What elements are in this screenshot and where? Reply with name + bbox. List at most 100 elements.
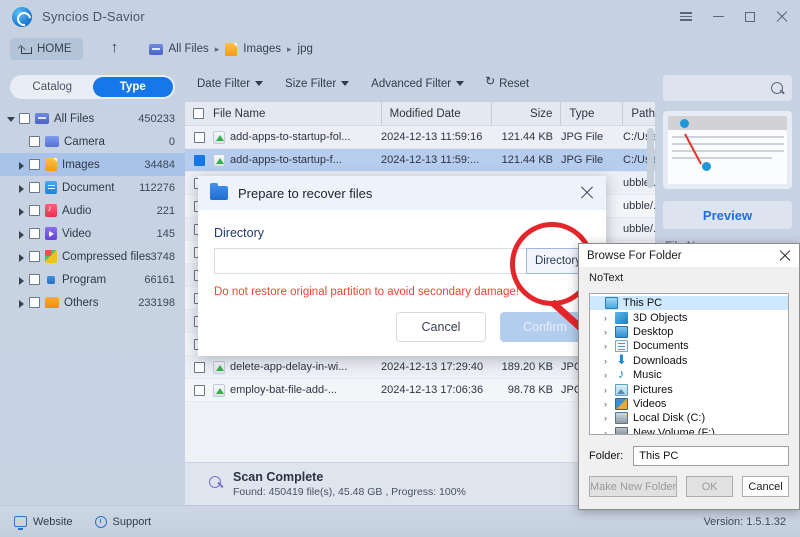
chevron-right-icon[interactable] <box>16 274 27 285</box>
browse-tree-item-videos[interactable]: ›Videos <box>590 397 788 411</box>
sidebar-item-compressed-files[interactable]: Compressed files3748 <box>0 245 185 268</box>
checkbox[interactable] <box>29 182 40 193</box>
chevron-right-icon[interactable]: › <box>604 313 615 323</box>
row-checkbox[interactable] <box>194 385 205 396</box>
search-input[interactable] <box>663 75 792 101</box>
preview-button[interactable]: Preview <box>663 201 792 229</box>
browse-tree-item-music[interactable]: ›Music <box>590 368 788 382</box>
desktop-icon <box>615 326 628 338</box>
sidebar-item-others[interactable]: Others233198 <box>0 291 185 314</box>
folder-field-input[interactable]: This PC <box>633 446 789 466</box>
browse-tree-item-label: 3D Objects <box>633 312 687 324</box>
chevron-right-icon[interactable] <box>16 159 27 170</box>
menu-icon[interactable] <box>678 9 694 25</box>
chevron-right-icon[interactable] <box>16 182 27 193</box>
row-checkbox[interactable] <box>194 155 205 166</box>
checkbox[interactable] <box>19 113 30 124</box>
sidebar-item-camera[interactable]: Camera0 <box>0 130 185 153</box>
checkbox[interactable] <box>29 274 40 285</box>
sidebar-item-audio[interactable]: Audio221 <box>0 199 185 222</box>
cancel-button[interactable]: Cancel <box>396 312 486 342</box>
column-header-size[interactable]: Size <box>491 102 561 125</box>
sidebar-item-video[interactable]: Video145 <box>0 222 185 245</box>
chevron-right-icon[interactable] <box>16 205 27 216</box>
sidebar-item-count: 233198 <box>138 297 175 309</box>
tab-catalog[interactable]: Catalog <box>12 77 93 97</box>
app-logo-icon <box>12 7 32 27</box>
sidebar-item-all-files[interactable]: All Files450233 <box>0 107 185 130</box>
sidebar-item-images[interactable]: Images34484 <box>0 153 185 176</box>
row-checkbox[interactable] <box>194 132 205 143</box>
breadcrumb-item-all-files[interactable]: All Files <box>169 43 209 55</box>
search-icon[interactable] <box>771 82 784 95</box>
browse-tree-item-new-volume-f[interactable]: ›New Volume (F:) <box>590 426 788 435</box>
app-title: Syncios D-Savior <box>42 9 145 24</box>
close-icon[interactable] <box>774 9 790 25</box>
browse-tree-item-3d-objects[interactable]: › 3D Objects <box>590 310 788 324</box>
maximize-icon[interactable] <box>742 9 758 25</box>
table-row[interactable]: add-apps-to-startup-f...2024-12-13 11:59… <box>185 149 655 172</box>
column-header-file-name[interactable]: File Name <box>213 102 381 125</box>
checkbox[interactable] <box>29 251 40 262</box>
chevron-right-icon[interactable]: › <box>604 428 615 435</box>
column-header-path[interactable]: Path <box>622 102 655 125</box>
chevron-right-icon[interactable]: › <box>604 370 615 380</box>
date-filter-dropdown[interactable]: Date Filter <box>197 78 263 90</box>
close-icon[interactable] <box>580 186 594 200</box>
breadcrumb-item-images[interactable]: Images <box>243 43 281 55</box>
table-row[interactable]: add-apps-to-startup-fol...2024-12-13 11:… <box>185 126 655 149</box>
advanced-filter-dropdown[interactable]: Advanced Filter <box>371 78 464 90</box>
breadcrumb-separator: ▸ <box>215 44 220 55</box>
chevron-right-icon[interactable] <box>16 228 27 239</box>
chevron-right-icon[interactable]: › <box>604 341 615 351</box>
sidebar-item-document[interactable]: Document112276 <box>0 176 185 199</box>
checkbox[interactable] <box>29 228 40 239</box>
column-header-modified-date[interactable]: Modified Date <box>381 102 491 125</box>
website-link[interactable]: Website <box>14 516 73 528</box>
ok-button: OK <box>686 476 733 497</box>
chevron-right-icon[interactable] <box>16 251 27 262</box>
chevron-right-icon[interactable]: › <box>604 356 615 366</box>
spacer <box>16 136 27 147</box>
checkbox[interactable] <box>29 159 40 170</box>
tab-type[interactable]: Type <box>93 77 174 97</box>
browse-tree-item-desktop[interactable]: ›Desktop <box>590 325 788 339</box>
sidebar-item-program[interactable]: Program66161 <box>0 268 185 291</box>
chevron-right-icon[interactable]: › <box>604 385 615 395</box>
images-icon <box>45 158 57 171</box>
cell-file-name: add-apps-to-startup-fol... <box>213 126 381 148</box>
navigate-up-icon[interactable]: ↑ <box>107 41 123 57</box>
size-filter-dropdown[interactable]: Size Filter <box>285 78 349 90</box>
checkbox[interactable] <box>29 205 40 216</box>
row-checkbox[interactable] <box>194 362 205 373</box>
chevron-right-icon[interactable]: › <box>604 327 615 337</box>
sidebar-item-count: 221 <box>157 205 175 217</box>
breadcrumb-item-jpg[interactable]: jpg <box>298 43 313 55</box>
close-icon[interactable] <box>779 250 791 262</box>
browse-tree-item-this-pc[interactable]: This PC <box>590 296 788 310</box>
dialog-title: Prepare to recover files <box>238 186 372 201</box>
music-icon <box>615 369 628 381</box>
home-button[interactable]: HOME <box>10 38 83 60</box>
file-table-scrollbar[interactable] <box>647 128 654 188</box>
column-header-type[interactable]: Type <box>560 102 622 125</box>
file-name-text: delete-app-delay-in-wi... <box>230 361 347 373</box>
jpg-file-icon <box>213 131 225 144</box>
minimize-icon[interactable] <box>710 9 726 25</box>
chevron-down-icon <box>456 81 464 86</box>
browse-tree-item-pictures[interactable]: ›Pictures <box>590 382 788 396</box>
select-all-checkbox[interactable] <box>193 108 204 119</box>
checkbox[interactable] <box>29 297 40 308</box>
directory-input[interactable] <box>214 248 527 274</box>
reset-button[interactable]: Reset <box>486 78 529 90</box>
support-link[interactable]: Support <box>95 516 152 528</box>
chevron-right-icon[interactable]: › <box>604 399 615 409</box>
chevron-down-icon[interactable] <box>6 113 17 124</box>
checkbox[interactable] <box>29 136 40 147</box>
chevron-right-icon[interactable] <box>16 297 27 308</box>
browse-tree-item-local-disk-c[interactable]: ›Local Disk (C:) <box>590 411 788 425</box>
filter-toolbar: Date Filter Size Filter Advanced Filter … <box>185 65 655 102</box>
chevron-right-icon[interactable]: › <box>604 413 615 423</box>
file-name-text: add-apps-to-startup-fol... <box>230 131 350 143</box>
browse-cancel-button[interactable]: Cancel <box>742 476 789 497</box>
